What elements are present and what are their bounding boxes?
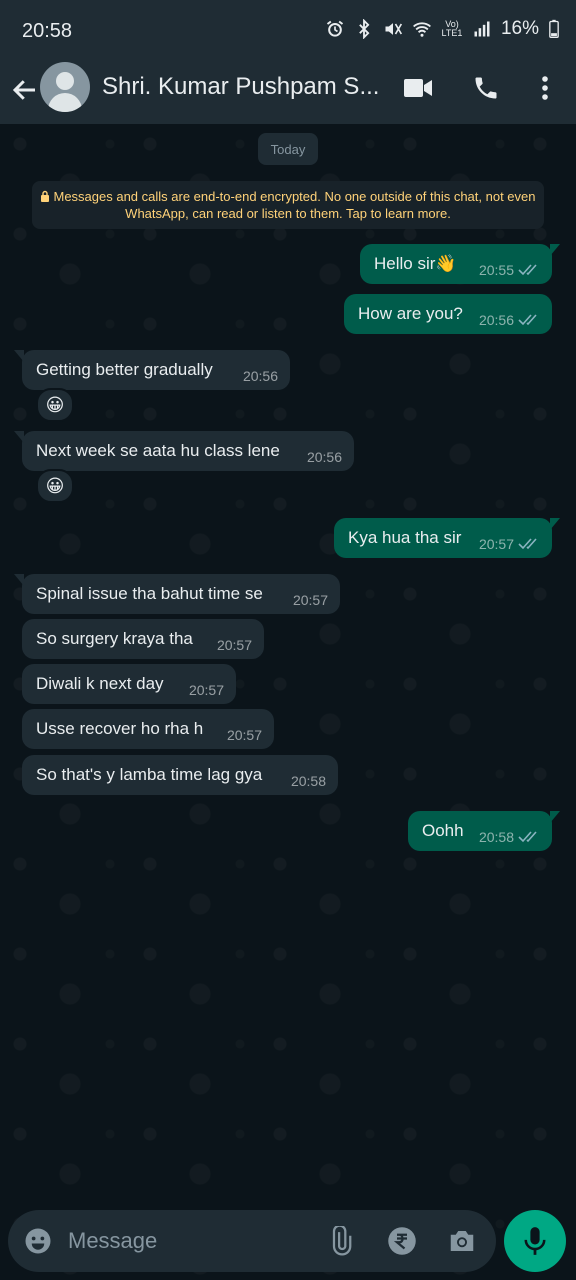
camera-button[interactable] — [446, 1225, 478, 1257]
message-text: Diwali k next day — [36, 674, 164, 693]
rupee-icon — [388, 1227, 416, 1255]
battery-percent: 16% — [500, 18, 539, 39]
double-check-icon — [518, 538, 537, 550]
network-type: Vo) LTE1 — [441, 19, 463, 38]
message-bubble-incoming[interactable]: Next week se aata hu class lene 20:56 — [14, 431, 354, 471]
message-time: 20:58 — [290, 773, 326, 789]
message-reaction[interactable]: 😀 — [36, 469, 74, 503]
message-text: Next week se aata hu class lene — [36, 441, 280, 460]
attach-button[interactable] — [324, 1225, 356, 1257]
camera-icon — [450, 1231, 474, 1251]
video-call-button[interactable] — [402, 72, 434, 104]
emoji-icon — [25, 1228, 51, 1254]
double-check-icon — [518, 831, 537, 843]
mic-button[interactable] — [504, 1210, 566, 1272]
message-text: How are you? — [358, 304, 463, 323]
message-bubble-incoming[interactable]: Getting better gradually 20:56 — [14, 350, 290, 390]
message-text: Usse recover ho rha h — [36, 719, 204, 738]
message-time: 20:57 — [188, 682, 224, 698]
message-text: Hello sir👋 — [374, 254, 457, 273]
more-options-button[interactable] — [529, 72, 561, 104]
message-bubble-incoming[interactable]: Usse recover ho rha h 20:57 — [22, 709, 274, 749]
message-text: Spinal issue tha bahut time se — [36, 584, 263, 603]
wifi-icon — [413, 22, 431, 37]
emoji-button[interactable] — [22, 1225, 54, 1257]
encryption-notice-text: Messages and calls are end-to-end encryp… — [53, 189, 536, 221]
message-time: 20:58 — [478, 829, 514, 845]
bluetooth-icon — [359, 19, 370, 39]
double-check-icon — [518, 264, 537, 276]
message-text: So that's y lamba time lag gya — [36, 765, 263, 784]
message-text: Kya hua tha sir — [348, 528, 462, 547]
message-time: 20:57 — [216, 637, 252, 653]
message-bubble-outgoing[interactable]: Kya hua tha sir 20:57 — [334, 518, 560, 558]
attach-icon — [332, 1226, 352, 1256]
message-text: Getting better gradually — [36, 360, 213, 379]
alarm-icon — [326, 20, 344, 37]
message-time: 20:56 — [242, 368, 278, 384]
payment-button[interactable] — [386, 1225, 418, 1257]
message-input-bar: Message — [8, 1210, 496, 1272]
message-bubble-outgoing[interactable]: How are you? 20:56 — [344, 294, 552, 334]
message-time: 20:56 — [306, 449, 342, 465]
message-bubble-incoming[interactable]: So that's y lamba time lag gya 20:58 — [22, 755, 338, 795]
avatar[interactable] — [40, 62, 90, 112]
signal-icon — [474, 21, 490, 37]
contact-name[interactable]: Shri. Kumar Pushpam S... — [102, 73, 392, 101]
video-call-icon — [404, 79, 432, 97]
message-time: 20:57 — [478, 536, 514, 552]
status-bar: 20:58 Vo) LTE1 16% — [0, 0, 576, 62]
status-time: 20:58 — [22, 20, 73, 42]
voice-call-button[interactable] — [470, 72, 502, 104]
back-arrow-icon[interactable] — [10, 75, 40, 105]
message-bubble-incoming[interactable]: Diwali k next day 20:57 — [22, 664, 236, 704]
message-bubble-incoming[interactable]: So surgery kraya tha 20:57 — [22, 619, 264, 659]
message-reaction[interactable]: 😀 — [36, 388, 74, 422]
status-icons: Vo) LTE1 16% — [325, 18, 560, 40]
message-time: 20:56 — [478, 312, 514, 328]
more-options-icon — [542, 76, 548, 100]
chat-header: Shri. Kumar Pushpam S... — [0, 62, 576, 124]
message-bubble-outgoing[interactable]: Oohh 20:58 — [408, 811, 560, 851]
message-time: 20:55 — [478, 262, 514, 278]
message-bubble-outgoing[interactable]: Hello sir👋 20:55 — [360, 244, 560, 284]
message-time: 20:57 — [292, 592, 328, 608]
message-input[interactable]: Message — [68, 1228, 157, 1254]
message-time: 20:57 — [226, 727, 262, 743]
phone-icon — [475, 77, 497, 99]
lock-icon — [41, 190, 50, 202]
message-text: Oohh — [422, 821, 464, 840]
date-chip: Today — [258, 133, 318, 165]
mic-icon — [524, 1227, 546, 1255]
message-bubble-incoming[interactable]: Spinal issue tha bahut time se 20:57 — [14, 574, 340, 614]
battery-icon — [549, 19, 559, 38]
message-text: So surgery kraya tha — [36, 629, 193, 648]
encryption-notice[interactable]: Messages and calls are end-to-end encryp… — [32, 181, 544, 229]
mute-icon — [385, 23, 403, 35]
double-check-icon — [518, 314, 537, 326]
